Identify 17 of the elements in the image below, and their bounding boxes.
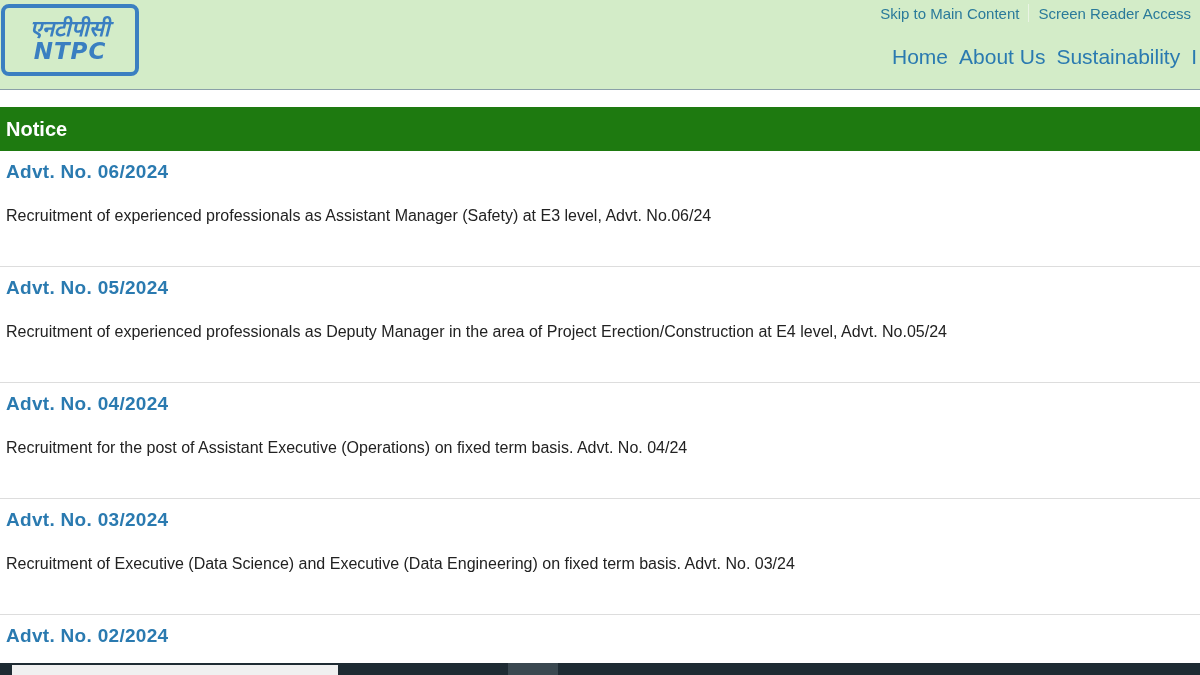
notice-title-link[interactable]: Advt. No. 05/2024 xyxy=(6,277,169,299)
logo[interactable]: एनटीपीसी NTPC xyxy=(1,4,139,76)
utility-link[interactable]: Skip to Main Content xyxy=(880,4,1020,22)
notice-title-link[interactable]: Advt. No. 06/2024 xyxy=(6,161,169,183)
nav-link[interactable]: Sustainability xyxy=(1056,45,1181,69)
notice-description: Recruitment of experienced professionals as Assistant Manager (Safety) at E3 level, Advt. No.06/24 xyxy=(6,207,713,225)
nav-link[interactable]: Home xyxy=(892,45,949,69)
notice-title-link[interactable]: Advt. No. 04/2024 xyxy=(6,393,169,415)
notice-description: Recruitment of Executive (Data Science) and Executive (Data Engineering) on fixed term basis. Advt. No. 03/24 xyxy=(6,555,796,573)
notice-description: Recruitment for the post of Assistant Executive (Operations) on fixed term basis. Advt. No. 04/24 xyxy=(6,439,689,457)
notice-heading: Notice xyxy=(0,107,1200,151)
utility-link[interactable]: Screen Reader Access xyxy=(1038,4,1191,22)
notice-description: Recruitment of experienced professionals as Deputy Manager in the area of Project Erection/Construction at E4 level, Advt. No.05/24 xyxy=(6,323,948,341)
notice-title-link[interactable]: Advt. No. 02/2024 xyxy=(6,625,169,647)
notice-title-link[interactable]: Advt. No. 03/2024 xyxy=(6,509,169,531)
nav-link[interactable]: I xyxy=(1191,45,1197,69)
nav-link[interactable]: About Us xyxy=(959,45,1046,69)
